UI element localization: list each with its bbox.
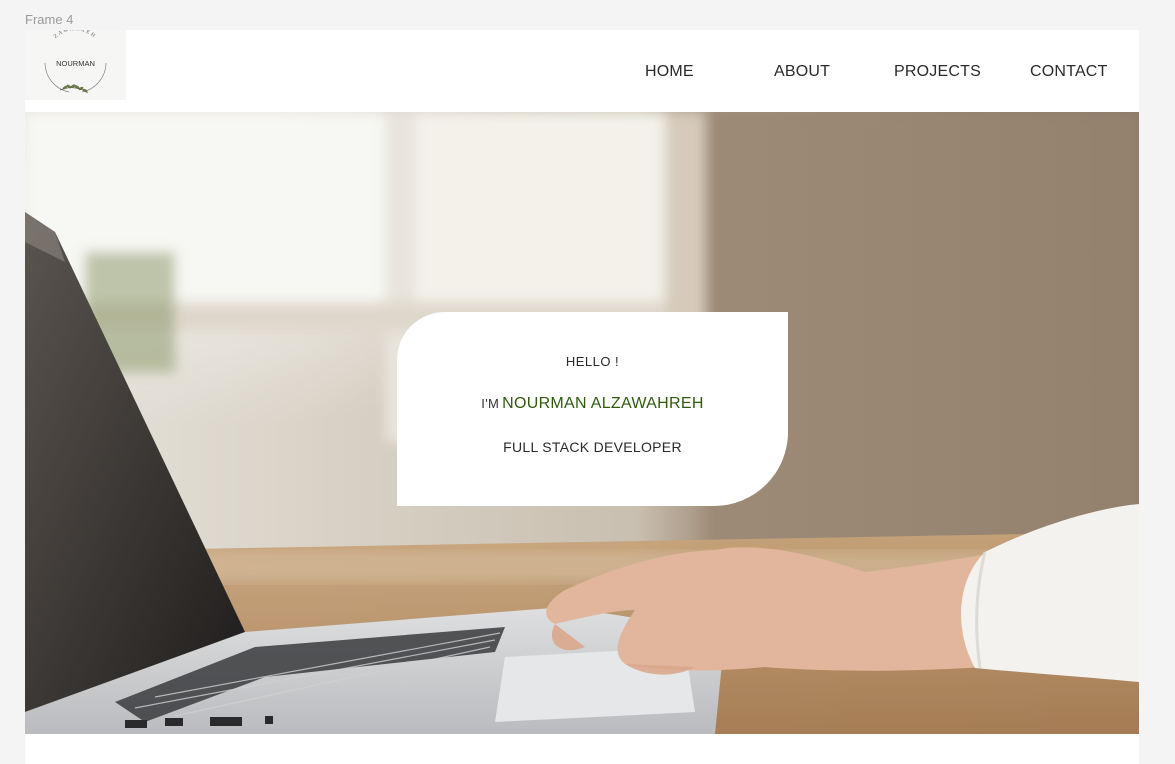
hero-section: HELLO ! I'M NOURMAN ALZAWAHREH FULL STACK… bbox=[25, 112, 1139, 734]
logo-arc-text: ZAWAHREH bbox=[53, 30, 97, 40]
nav-home[interactable]: HOME bbox=[645, 63, 694, 81]
intro-card: HELLO ! I'M NOURMAN ALZAWAHREH FULL STACK… bbox=[397, 312, 788, 506]
greeting-text: HELLO ! bbox=[565, 354, 620, 369]
nav-about[interactable]: ABOUT bbox=[774, 63, 830, 81]
frame-label: Frame 4 bbox=[25, 12, 74, 27]
developer-role: FULL STACK DEVELOPER bbox=[503, 439, 682, 455]
nav-contact[interactable]: CONTACT bbox=[1030, 63, 1108, 81]
nav-projects[interactable]: PROJECTS bbox=[894, 63, 981, 81]
page-frame: ZAWAHREH NOURMAN HOME ABOUT PROJEC bbox=[25, 30, 1139, 764]
developer-name: NOURMAN ALZAWAHREH bbox=[502, 395, 704, 412]
main-nav: HOME ABOUT PROJECTS CONTACT bbox=[25, 63, 1139, 83]
site-header: ZAWAHREH NOURMAN HOME ABOUT PROJEC bbox=[25, 30, 1139, 112]
intro-prefix: I'M bbox=[481, 396, 500, 411]
intro-line: I'M NOURMAN ALZAWAHREH bbox=[397, 395, 788, 413]
